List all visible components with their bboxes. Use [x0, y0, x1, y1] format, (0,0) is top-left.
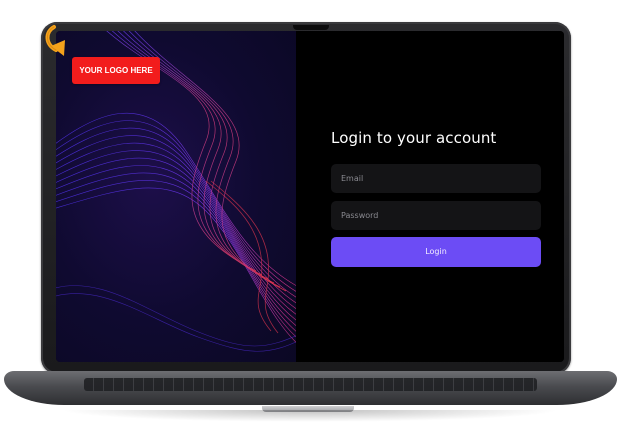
keyboard-row	[84, 378, 537, 391]
curved-arrow-icon	[45, 25, 65, 56]
login-title: Login to your account	[331, 129, 497, 147]
base-shadow	[60, 410, 560, 422]
email-field[interactable]: Email	[331, 164, 541, 193]
logo-badge: YOUR LOGO HERE	[72, 57, 160, 84]
password-field[interactable]: Password	[331, 201, 541, 230]
laptop-mockup: Login to your account Email Password Log…	[0, 0, 621, 430]
login-button[interactable]: Login	[331, 237, 541, 267]
camera-notch	[293, 25, 329, 30]
login-panel: Login to your account Email Password Log…	[296, 31, 564, 362]
